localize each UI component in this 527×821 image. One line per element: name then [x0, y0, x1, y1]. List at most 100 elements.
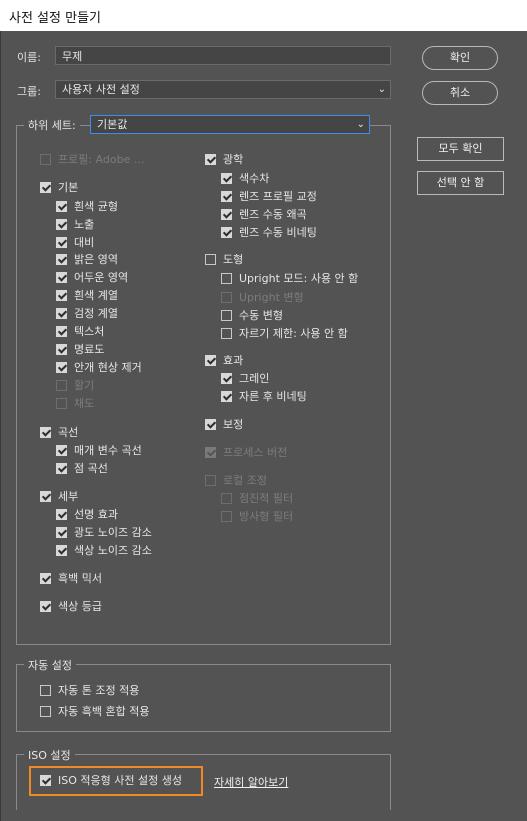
checkbox-box[interactable] [205, 355, 216, 366]
checkbox-label: 효과 [223, 354, 244, 367]
checkbox-box[interactable] [56, 254, 67, 265]
checkbox-box[interactable] [221, 310, 232, 321]
checkbox-box[interactable] [205, 254, 216, 265]
checkbox-box [221, 493, 232, 504]
checkbox-label: 도형 [223, 253, 244, 266]
checkbox-label: Upright 변형 [239, 291, 304, 304]
check-none-button[interactable]: 선택 안 함 [417, 171, 504, 195]
checkbox-label: 자른 후 비네팅 [239, 390, 307, 403]
checkbox-box [205, 447, 216, 458]
checkbox-box[interactable] [56, 362, 67, 373]
checkbox-box[interactable] [221, 373, 232, 384]
checkbox-box[interactable] [40, 491, 51, 502]
checkbox-box[interactable] [221, 173, 232, 184]
checkbox-box[interactable] [40, 775, 51, 786]
checkbox-label: 채도 [74, 397, 95, 410]
checkbox-label: 색수차 [239, 172, 270, 185]
checkbox-box[interactable] [205, 419, 216, 430]
group-select[interactable]: 사용자 사전 설정 ⌄ [55, 80, 391, 99]
checkbox-label: 그레인 [239, 372, 270, 385]
checkbox-box[interactable] [221, 227, 232, 238]
checkbox-label: 곡선 [58, 426, 79, 439]
checkbox-label: 자르기 제한: 사용 안 함 [239, 327, 348, 340]
checkbox-box[interactable] [56, 219, 67, 230]
checkbox-box[interactable] [221, 328, 232, 339]
checkbox-label: 밝은 영역 [74, 253, 118, 266]
checkbox-label: 활기 [74, 379, 95, 392]
checkbox-box[interactable] [56, 445, 67, 456]
checkbox-label: 자동 톤 조정 적용 [58, 684, 140, 697]
checkbox-box[interactable] [40, 182, 51, 193]
checkbox-box[interactable] [56, 290, 67, 301]
subset-select[interactable]: 기본값 ⌄ [90, 115, 370, 134]
ok-button[interactable]: 확인 [422, 46, 498, 70]
checkbox-box [205, 475, 216, 486]
title-bar: 사전 설정 만들기 [0, 0, 527, 32]
checkbox-label: 안개 현상 제거 [74, 361, 142, 374]
checkbox-box[interactable] [40, 685, 51, 696]
checkbox-label: 검정 계열 [74, 307, 118, 320]
checkbox-label: 렌즈 수동 비네팅 [239, 226, 317, 239]
auto-settings-legend: 자동 설정 [24, 657, 76, 673]
checkbox-box [56, 380, 67, 391]
checkbox-box[interactable] [40, 601, 51, 612]
checkbox-box[interactable] [56, 527, 67, 538]
checkbox-label: 렌즈 수동 왜곡 [239, 208, 307, 221]
name-label: 이름: [17, 51, 41, 64]
subset-label: 하위 세트: [24, 117, 80, 133]
checkbox-box[interactable] [56, 326, 67, 337]
checkbox-box [40, 154, 51, 165]
checkbox-box[interactable] [56, 344, 67, 355]
checkbox-box [221, 511, 232, 522]
checkbox-label: 자동 흑백 혼합 적용 [58, 705, 150, 718]
checkbox-box[interactable] [221, 209, 232, 220]
checkbox-label: 대비 [74, 236, 95, 249]
checkbox-box [221, 292, 232, 303]
checkbox-box[interactable] [56, 237, 67, 248]
subset-group [16, 125, 391, 645]
group-select-value: 사용자 사전 설정 [62, 83, 140, 96]
checkbox-label: 어두운 영역 [74, 271, 129, 284]
checkbox-box[interactable] [56, 308, 67, 319]
checkbox-label: 렌즈 프로필 교정 [239, 190, 317, 203]
checkbox-label: 보정 [223, 418, 244, 431]
checkbox-label: 점진적 필터 [239, 492, 294, 505]
group-label: 그룹: [17, 85, 41, 98]
checkbox-box[interactable] [56, 272, 67, 283]
checkbox-label: 프로세스 버전 [223, 446, 288, 459]
checkbox-box[interactable] [40, 427, 51, 438]
checkbox-label: 흰색 계열 [74, 289, 118, 302]
checkbox-label: 매개 변수 곡선 [74, 444, 142, 457]
checkbox-box[interactable] [221, 273, 232, 284]
checkbox-box [56, 398, 67, 409]
checkbox-box[interactable] [40, 573, 51, 584]
name-input[interactable]: 무제 [55, 46, 391, 65]
checkbox-box[interactable] [56, 509, 67, 520]
learn-more-link[interactable]: 자세히 알아보기 [214, 774, 288, 790]
cancel-button[interactable]: 취소 [422, 81, 498, 105]
checkbox-box[interactable] [221, 391, 232, 402]
checkbox-box[interactable] [56, 545, 67, 556]
chevron-down-icon: ⌄ [377, 84, 386, 95]
checkbox-label: 흑백 믹서 [58, 572, 102, 585]
checkbox-label: 노출 [74, 218, 95, 231]
checkbox-label: ISO 적응형 사전 설정 생성 [58, 774, 182, 787]
checkbox-box[interactable] [221, 191, 232, 202]
checkbox-label: 기본 [58, 181, 79, 194]
checkbox-box[interactable] [56, 201, 67, 212]
window-title: 사전 설정 만들기 [9, 11, 101, 26]
check-all-button[interactable]: 모두 확인 [417, 137, 504, 161]
checkbox-label: 세부 [58, 490, 79, 503]
checkbox-label: 광도 노이즈 감소 [74, 526, 152, 539]
checkbox-label: 로컬 조정 [223, 474, 267, 487]
checkbox-label: 점 곡선 [74, 462, 108, 475]
checkbox-label: 색상 등급 [58, 600, 102, 613]
checkbox-label: 방사형 필터 [239, 510, 294, 523]
checkbox-label: 색상 노이즈 감소 [74, 544, 152, 557]
checkbox-label: 명료도 [74, 343, 105, 356]
checkbox-box[interactable] [56, 463, 67, 474]
chevron-down-icon: ⌄ [356, 119, 365, 130]
checkbox-box[interactable] [40, 706, 51, 717]
checkbox-box[interactable] [205, 154, 216, 165]
checkbox-label: 선명 효과 [74, 508, 118, 521]
